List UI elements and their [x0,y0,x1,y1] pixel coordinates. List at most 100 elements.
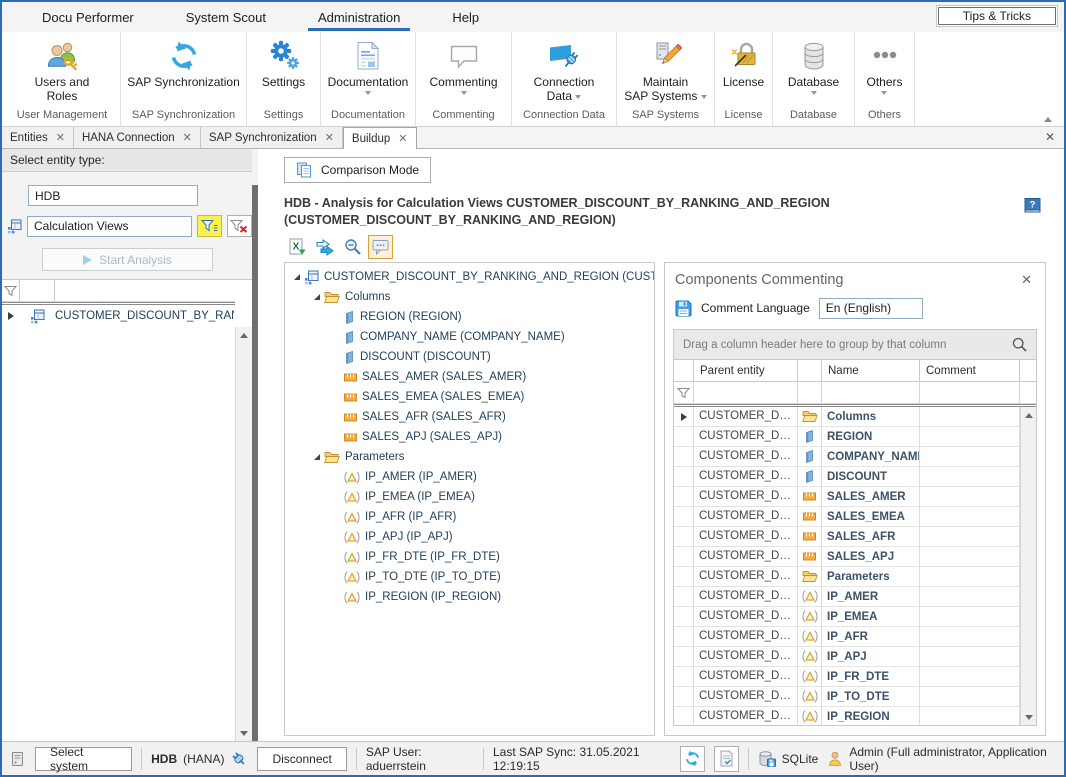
comment-cell[interactable] [920,487,1020,507]
comments-table-scrollbar[interactable] [1020,407,1036,725]
tree-item-sales-afr[interactable]: SALES_AFR (SALES_AFR) [285,407,654,427]
ribbon-button-license[interactable]: License [715,32,772,107]
comment-row-sales-apj[interactable]: CUSTOMER_DISCOUNT_BY_RANKING_AND_REGIONS… [674,547,1036,567]
sync-now-button[interactable] [680,746,705,772]
tab-close-icon[interactable]: ✕ [183,131,192,144]
comment-cell[interactable] [920,587,1020,607]
ribbon-button-commenting[interactable]: Commenting [416,32,511,107]
system-dropdown[interactable]: HDB [28,185,198,206]
comment-row-company-name[interactable]: CUSTOMER_DISCOUNT_BY_RANKING_AND_REGIONC… [674,447,1036,467]
tree-item-columns[interactable]: Columns [285,287,654,307]
comment-row-sales-amer[interactable]: CUSTOMER_DISCOUNT_BY_RANKING_AND_REGIONS… [674,487,1036,507]
expand-triangle-icon[interactable] [310,454,324,460]
column-header-name[interactable]: Name [822,360,920,382]
tab-close-icon[interactable]: ✕ [398,132,407,145]
comment-row-ip-fr-dte[interactable]: CUSTOMER_DISCOUNT_BY_RANKING_AND_REGIONI… [674,667,1036,687]
table-filter-row[interactable] [674,382,1036,404]
scroll-up-icon[interactable] [236,327,252,343]
group-by-bar[interactable]: Drag a column header here to group by th… [674,330,1036,360]
ribbon-button-settings[interactable]: Settings [247,32,320,107]
ribbon-button-connection-data[interactable]: ConnectionData [512,32,616,107]
tree-item-ip-afr[interactable]: IP_AFR (IP_AFR) [285,507,654,527]
menu-item-system-scout[interactable]: System Scout [160,2,292,32]
tree-item-ip-amer[interactable]: IP_AMER (IP_AMER) [285,467,654,487]
ribbon-button-database[interactable]: Database [773,32,854,107]
comment-cell[interactable] [920,707,1020,725]
tree-item-customer-discount-by-ranking-and-region[interactable]: CUSTOMER_DISCOUNT_BY_RANKING_AND_REGION … [285,267,654,287]
comment-row-sales-emea[interactable]: CUSTOMER_DISCOUNT_BY_RANKING_AND_REGIONS… [674,507,1036,527]
ribbon-button-sap-systems[interactable]: MaintainSAP Systems [617,32,714,107]
comment-language-dropdown[interactable]: En (English) [819,298,923,319]
tab-buildup[interactable]: Buildup✕ [343,127,417,149]
tree-item-sales-amer[interactable]: SALES_AMER (SALES_AMER) [285,367,654,387]
comment-row-ip-amer[interactable]: CUSTOMER_DISCOUNT_BY_RANKING_AND_REGIONI… [674,587,1036,607]
ribbon-button-sap-synchronization[interactable]: SAP Synchronization [121,32,246,107]
tree-item-sales-emea[interactable]: SALES_EMEA (SALES_EMEA) [285,387,654,407]
tree-item-ip-emea[interactable]: IP_EMEA (IP_EMEA) [285,487,654,507]
tab-close-icon[interactable]: ✕ [325,131,334,144]
tips-tricks-button[interactable]: Tips & Tricks [938,7,1056,25]
menu-item-help[interactable]: Help [426,2,505,32]
tree-item-ip-fr-dte[interactable]: IP_FR_DTE (IP_FR_DTE) [285,547,654,567]
scroll-up-icon[interactable] [1021,407,1036,423]
tree-item-parameters[interactable]: Parameters [285,447,654,467]
comment-row-parameters[interactable]: CUSTOMER_DISCOUNT_BY_RANKING_AND_REGIONP… [674,567,1036,587]
help-icon[interactable]: ? [1023,197,1042,214]
transfer-button[interactable] [312,235,337,259]
entity-grid-filter-row[interactable] [2,280,252,302]
scroll-down-icon[interactable] [236,725,252,741]
tree-item-ip-region[interactable]: IP_REGION (IP_REGION) [285,587,654,607]
comment-cell[interactable] [920,547,1020,567]
entity-grid-row[interactable]: CUSTOMER_DISCOUNT_BY_RANKING_AND_REGION [2,305,252,327]
comment-cell[interactable] [920,427,1020,447]
search-icon[interactable] [1012,337,1027,352]
comment-cell[interactable] [920,567,1020,587]
tree-item-discount[interactable]: DISCOUNT (DISCOUNT) [285,347,654,367]
comment-cell[interactable] [920,447,1020,467]
comment-cell[interactable] [920,667,1020,687]
save-comment-icon[interactable] [675,300,692,317]
comment-cell[interactable] [920,627,1020,647]
entity-type-dropdown[interactable]: Calculation Views [27,216,192,237]
clear-filter-button[interactable] [227,215,252,237]
comment-cell[interactable] [920,467,1020,487]
select-system-button[interactable]: Select system [35,747,132,771]
tree-item-sales-apj[interactable]: SALES_APJ (SALES_APJ) [285,427,654,447]
comment-cell[interactable] [920,687,1020,707]
menu-item-administration[interactable]: Administration [292,2,426,32]
ribbon-button-documentation[interactable]: Documentation [321,32,415,107]
comment-cell[interactable] [920,507,1020,527]
tab-close-icon[interactable]: ✕ [56,131,65,144]
tree-item-company-name[interactable]: COMPANY_NAME (COMPANY_NAME) [285,327,654,347]
comment-cell[interactable] [920,647,1020,667]
comment-row-ip-emea[interactable]: CUSTOMER_DISCOUNT_BY_RANKING_AND_REGIONI… [674,607,1036,627]
log-button[interactable] [714,746,739,772]
comment-cell[interactable] [920,527,1020,547]
comment-row-ip-afr[interactable]: CUSTOMER_DISCOUNT_BY_RANKING_AND_REGIONI… [674,627,1036,647]
tab-hana-connection[interactable]: HANA Connection✕ [74,127,201,148]
comment-cell[interactable] [920,607,1020,627]
comment-row-columns[interactable]: CUSTOMER_DISCOUNT_BY_RANKING_AND_REGIONC… [674,407,1036,427]
tab-entities[interactable]: Entities✕ [2,127,74,148]
expand-triangle-icon[interactable] [310,294,324,300]
filter-button[interactable] [197,215,222,237]
tree-item-ip-to-dte[interactable]: IP_TO_DTE (IP_TO_DTE) [285,567,654,587]
comment-row-ip-region[interactable]: CUSTOMER_DISCOUNT_BY_RANKING_AND_REGIONI… [674,707,1036,725]
comment-row-sales-afr[interactable]: CUSTOMER_DISCOUNT_BY_RANKING_AND_REGIONS… [674,527,1036,547]
comment-row-region[interactable]: CUSTOMER_DISCOUNT_BY_RANKING_AND_REGIONR… [674,427,1036,447]
zoom-out-button[interactable] [340,235,365,259]
comment-row-ip-to-dte[interactable]: CUSTOMER_DISCOUNT_BY_RANKING_AND_REGIONI… [674,687,1036,707]
comment-cell[interactable] [920,407,1020,427]
scroll-down-icon[interactable] [1021,709,1036,725]
comment-button[interactable] [368,235,393,259]
close-icon[interactable]: ✕ [1018,272,1035,288]
column-header-comment[interactable]: Comment [920,360,1020,382]
menu-item-docu-performer[interactable]: Docu Performer [16,2,160,32]
export-excel-button[interactable]: X [284,235,309,259]
tab-sap-synchronization[interactable]: SAP Synchronization✕ [201,127,343,148]
comparison-mode-button[interactable]: Comparison Mode [284,157,431,183]
left-grid-scrollbar[interactable] [235,327,252,741]
comment-row-ip-apj[interactable]: CUSTOMER_DISCOUNT_BY_RANKING_AND_REGIONI… [674,647,1036,667]
ribbon-collapse-icon[interactable] [1044,117,1052,122]
disconnect-button[interactable]: Disconnect [257,747,346,771]
